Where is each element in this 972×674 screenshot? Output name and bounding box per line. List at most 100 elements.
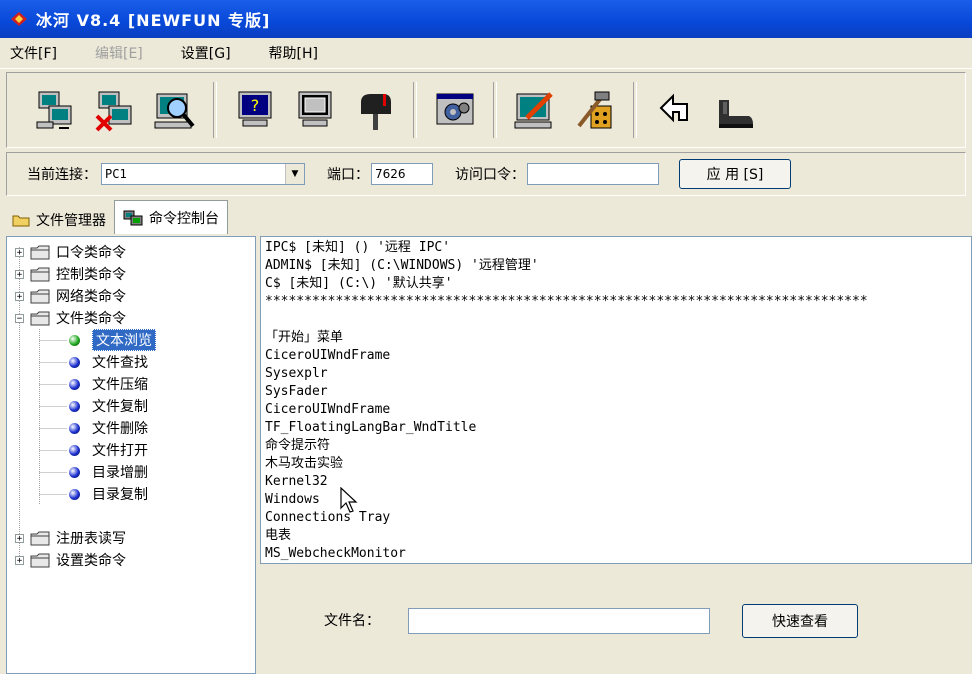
edit-server-icon — [514, 92, 553, 129]
chevron-down-icon[interactable]: ▼ — [285, 164, 304, 184]
delete-host-icon — [95, 91, 132, 132]
tools-button[interactable] — [571, 86, 619, 134]
console-line: C$ [未知] (C:\) '默认共享' — [265, 276, 453, 291]
tree-item-label: 文本浏览 — [92, 329, 156, 351]
tree-item[interactable]: 目录增删 — [69, 461, 148, 483]
blue-bullet-icon — [69, 488, 80, 500]
console-line: 命令提示符 — [265, 438, 331, 453]
command-tree: + 口令类命令 + 控制类命令 + 网络类命令 − 文件类命令 + 注册表读写 + 设置类命令 文本浏览… — [6, 236, 256, 674]
tab-strip: 文件管理器 命令控制台 — [4, 200, 228, 234]
current-connection-value: PC1 — [105, 167, 127, 181]
edit-server-button[interactable] — [511, 86, 559, 134]
green-bullet-icon — [69, 334, 80, 346]
tree-item[interactable]: 文本浏览 — [69, 329, 156, 351]
tree-item[interactable]: 目录复制 — [69, 483, 148, 505]
toolbar-separator — [413, 82, 417, 138]
tree-item-label: 目录增删 — [92, 465, 148, 481]
svg-text:?: ? — [251, 96, 260, 115]
mailbox-icon — [361, 94, 391, 130]
tree-group-label: 设置类命令 — [56, 553, 126, 569]
settings-button[interactable] — [431, 86, 479, 134]
console-line: IPC$ [未知] () '远程 IPC' — [265, 240, 451, 255]
blue-bullet-icon — [69, 444, 80, 456]
folder-icon — [30, 553, 50, 568]
folder-icon — [30, 245, 50, 260]
exit-button[interactable] — [711, 86, 759, 134]
filename-input[interactable] — [408, 608, 710, 634]
title-bar: 冰河 V8.4 [NEWFUN 专版] — [0, 0, 972, 38]
expand-icon[interactable]: + — [15, 533, 24, 543]
tree-item-label: 目录复制 — [92, 487, 148, 503]
password-label: 访问口令： — [455, 167, 525, 183]
console-line: MS_WebcheckMonitor — [265, 546, 406, 561]
search-host-button[interactable] — [151, 86, 199, 134]
quick-view-button[interactable]: 快速查看 — [742, 604, 858, 638]
expand-icon[interactable]: + — [15, 291, 24, 301]
window-title: 冰河 V8.4 [NEWFUN 专版] — [36, 11, 271, 30]
capture-screen-button[interactable] — [291, 86, 339, 134]
console-line: ADMIN$ [未知] (C:\WINDOWS) '远程管理' — [265, 258, 539, 273]
menu-help[interactable]: 帮助[H] — [259, 43, 328, 63]
console-line: 电表 — [265, 528, 292, 543]
collapse-icon[interactable]: − — [15, 313, 24, 323]
back-icon — [659, 93, 688, 123]
console-line: Connections Tray — [265, 510, 391, 525]
console-output[interactable]: IPC$ [未知] () '远程 IPC' ADMIN$ [未知] (C:\WIN… — [260, 236, 972, 564]
toolbar: ? — [6, 72, 966, 148]
tree-group[interactable]: − 文件类命令 — [15, 307, 126, 329]
tree-group-label: 口令类命令 — [56, 245, 126, 261]
tools-icon — [577, 91, 612, 129]
menu-settings[interactable]: 设置[G] — [171, 43, 241, 63]
console-line: Sysexplr — [265, 366, 328, 381]
tree-item-label: 文件查找 — [92, 355, 148, 371]
console-line: SysFader — [265, 384, 328, 399]
expand-icon[interactable]: + — [15, 247, 24, 257]
apply-button[interactable]: 应 用 [S] — [679, 159, 791, 189]
tab-file-manager[interactable]: 文件管理器 — [4, 206, 114, 234]
tab-command-console[interactable]: 命令控制台 — [114, 200, 228, 234]
console-line: Windows — [265, 492, 320, 507]
tree-group[interactable]: + 网络类命令 — [15, 285, 126, 307]
expand-icon[interactable]: + — [15, 555, 24, 565]
mailbox-button[interactable] — [351, 86, 399, 134]
toolbar-separator — [493, 82, 497, 138]
tree-group[interactable]: + 口令类命令 — [15, 241, 126, 263]
tree-item[interactable]: 文件复制 — [69, 395, 148, 417]
blue-bullet-icon — [69, 422, 80, 434]
tree-item[interactable]: 文件删除 — [69, 417, 148, 439]
tree-item[interactable]: 文件查找 — [69, 351, 148, 373]
console-line: 木马攻击实验 — [265, 456, 344, 471]
toolbar-separator — [213, 82, 217, 138]
add-host-button[interactable] — [31, 86, 79, 134]
tree-item[interactable]: 文件打开 — [69, 439, 148, 461]
computers-icon — [123, 210, 143, 225]
tree-group-label: 文件类命令 — [56, 311, 126, 327]
console-line: Kernel32 — [265, 474, 328, 489]
tree-group-label: 控制类命令 — [56, 267, 126, 283]
console-line: ****************************************… — [265, 294, 868, 309]
delete-host-button[interactable] — [91, 86, 139, 134]
tree-item[interactable]: 文件压缩 — [69, 373, 148, 395]
menu-edit[interactable]: 编辑[E] — [85, 43, 153, 63]
search-host-icon — [154, 93, 195, 129]
password-input[interactable] — [527, 163, 659, 185]
help-button[interactable]: ? — [231, 86, 279, 134]
port-input[interactable]: 7626 — [371, 163, 433, 185]
help-icon: ? — [238, 91, 272, 127]
tree-group[interactable]: + 控制类命令 — [15, 263, 126, 285]
tab-file-manager-label: 文件管理器 — [36, 213, 106, 229]
console-line: 「开始」菜单 — [265, 330, 344, 345]
tree-group[interactable]: + 注册表读写 — [15, 527, 126, 549]
settings-icon — [436, 93, 474, 125]
menu-file[interactable]: 文件[F] — [0, 43, 67, 63]
expand-icon[interactable]: + — [15, 269, 24, 279]
folder-icon — [30, 267, 50, 282]
blue-bullet-icon — [69, 466, 80, 478]
port-label: 端口： — [327, 167, 369, 183]
current-connection-label: 当前连接： — [27, 167, 97, 183]
tree-item-label: 文件删除 — [92, 421, 148, 437]
tree-group[interactable]: + 设置类命令 — [15, 549, 126, 571]
filename-label: 文件名： — [324, 613, 380, 629]
current-connection-select[interactable]: PC1 ▼ — [101, 163, 305, 185]
back-button[interactable] — [651, 86, 699, 134]
